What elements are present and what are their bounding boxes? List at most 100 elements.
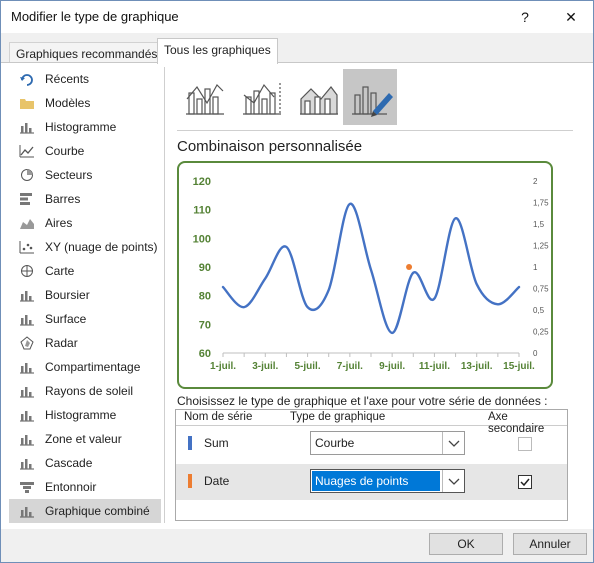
series-name: Date bbox=[204, 474, 230, 488]
y-tick-label: 120 bbox=[193, 176, 211, 188]
clustered-column-line-icon[interactable] bbox=[177, 69, 231, 125]
dialog-title: Modifier le type de graphique bbox=[11, 9, 179, 24]
scatter-point bbox=[406, 264, 413, 270]
combo-chart: 120 110 100 90 80 70 60 2 1,75 1,5 1,25 1 0,75 0,5 0,2… bbox=[193, 176, 549, 372]
y-tick-label: 100 bbox=[193, 233, 211, 245]
sidebar-item-label: Zone et valeur bbox=[45, 432, 122, 446]
sidebar-item-label: Surface bbox=[45, 312, 87, 326]
sidebar-item-waterfall-chart[interactable]: Cascade bbox=[9, 451, 161, 475]
x-tick-label: 7-juil. bbox=[337, 361, 363, 372]
checkmark-icon bbox=[520, 478, 530, 487]
change-chart-type-dialog: Modifier le type de graphique ? ✕ Graphi… bbox=[0, 0, 594, 563]
chevron-down-icon[interactable] bbox=[442, 470, 464, 492]
chart-type-select[interactable]: Courbe bbox=[310, 431, 465, 455]
folder-icon bbox=[20, 99, 34, 109]
sidebar-item-pie-chart[interactable]: Secteurs bbox=[9, 163, 161, 187]
help-button[interactable]: ? bbox=[513, 7, 537, 27]
chart-type-value: Courbe bbox=[315, 436, 355, 450]
x-tick-label: 5-juil. bbox=[295, 361, 321, 372]
sidebar-item-map-chart[interactable]: Carte bbox=[9, 259, 161, 283]
sunburst-chart-icon bbox=[20, 387, 34, 398]
y-tick-label: 80 bbox=[199, 291, 211, 303]
map-chart-icon bbox=[21, 265, 33, 277]
sidebar-item-stock-chart[interactable]: Boursier bbox=[9, 283, 161, 307]
sidebar-item-label: Radar bbox=[45, 336, 78, 350]
stacked-area-column-icon[interactable] bbox=[291, 69, 345, 125]
y-tick-label: 90 bbox=[199, 262, 211, 274]
sidebar-item-funnel-chart[interactable]: Entonnoir bbox=[9, 475, 161, 499]
treemap-chart-icon bbox=[20, 363, 34, 374]
ok-button[interactable]: OK bbox=[429, 533, 503, 555]
sidebar-item-label: Modèles bbox=[45, 96, 91, 110]
cancel-button[interactable]: Annuler bbox=[513, 533, 587, 555]
scatter-chart-icon bbox=[19, 241, 34, 254]
sidebar-item-treemap-chart[interactable]: Compartimentage bbox=[9, 355, 161, 379]
sidebar-item-label: Rayons de soleil bbox=[45, 384, 134, 398]
sidebar-item-label: Cascade bbox=[45, 456, 93, 470]
series-name: Sum bbox=[204, 436, 229, 450]
column-header-series-name: Nom de série bbox=[184, 411, 253, 423]
close-button[interactable]: ✕ bbox=[559, 7, 583, 27]
box-whisker-chart-icon bbox=[20, 435, 34, 446]
dialog-footer: OK Annuler bbox=[1, 529, 593, 562]
custom-combination-icon[interactable] bbox=[343, 69, 397, 125]
chevron-down-icon[interactable] bbox=[442, 432, 464, 454]
chart-category-list: Récents Modèles Histogramme Courbe Secteurs B… bbox=[9, 67, 161, 527]
sidebar-item-combo-chart[interactable]: Graphique combiné bbox=[9, 499, 161, 523]
y2-tick-label: 0 bbox=[533, 349, 538, 358]
tab-bar: Graphiques recommandés Tous les graphiqu… bbox=[1, 33, 593, 64]
y2-tick-label: 1,75 bbox=[533, 199, 549, 208]
sidebar-item-label: Histogramme bbox=[45, 120, 117, 134]
column-chart-icon bbox=[20, 123, 34, 134]
sidebar-item-line-chart[interactable]: Courbe bbox=[9, 139, 161, 163]
sidebar-item-box-whisker-chart[interactable]: Zone et valeur bbox=[9, 427, 161, 451]
sidebar-item-bar-chart[interactable]: Barres bbox=[9, 187, 161, 211]
x-tick-label: 15-juil. bbox=[503, 361, 535, 372]
y-tick-label: 110 bbox=[193, 205, 211, 217]
sidebar-item-label: Aires bbox=[45, 216, 73, 230]
sidebar-divider bbox=[164, 67, 165, 523]
histogram-chart-icon bbox=[20, 411, 34, 422]
series-color-swatch bbox=[188, 436, 192, 450]
tab-content: Récents Modèles Histogramme Courbe Secteurs B… bbox=[1, 62, 593, 529]
combo-title: Combinaison personnalisée bbox=[177, 138, 363, 155]
sidebar-item-label: Barres bbox=[45, 192, 81, 206]
y-tick-label: 70 bbox=[199, 319, 211, 331]
sidebar-item-column-chart[interactable]: Histogramme bbox=[9, 115, 161, 139]
surface-chart-icon bbox=[20, 315, 34, 326]
sidebar-item-label: Boursier bbox=[45, 288, 90, 302]
secondary-axis-checkbox[interactable] bbox=[518, 475, 532, 489]
tab-all-charts[interactable]: Tous les graphiques bbox=[157, 38, 278, 64]
sidebar-item-label: Récents bbox=[45, 72, 90, 86]
sidebar-item-sunburst-chart[interactable]: Rayons de soleil bbox=[9, 379, 161, 403]
secondary-axis-checkbox[interactable] bbox=[518, 437, 532, 451]
series-line bbox=[221, 202, 521, 335]
sidebar-item-histogram-chart[interactable]: Histogramme bbox=[9, 403, 161, 427]
sidebar-item-folder[interactable]: Modèles bbox=[9, 91, 161, 115]
y2-tick-label: 1,5 bbox=[533, 220, 545, 229]
sidebar-item-area-chart[interactable]: Aires bbox=[9, 211, 161, 235]
recent-icon bbox=[20, 74, 33, 86]
tab-recommended-charts[interactable]: Graphiques recommandés bbox=[9, 42, 165, 63]
sidebar-item-label: Carte bbox=[45, 264, 75, 278]
column-header-chart-type: Type de graphique bbox=[290, 411, 386, 423]
y2-tick-label: 0,75 bbox=[533, 285, 549, 294]
series-table-header: Nom de série Type de graphique Axe secon… bbox=[176, 410, 567, 435]
sidebar-item-radar-chart[interactable]: Radar bbox=[9, 331, 161, 355]
chart-preview: 120 110 100 90 80 70 60 2 1,75 1,5 1,25 1 0,75 0,5 0,2… bbox=[177, 161, 553, 389]
y2-tick-label: 2 bbox=[533, 177, 538, 186]
line-chart-icon bbox=[19, 145, 34, 158]
sidebar-item-surface-chart[interactable]: Surface bbox=[9, 307, 161, 331]
sidebar-item-label: Secteurs bbox=[45, 168, 93, 182]
series-row-1: Date Nuages de points bbox=[176, 464, 567, 500]
y2-tick-label: 1,25 bbox=[533, 242, 549, 251]
chart-type-value: Nuages de points bbox=[312, 471, 440, 491]
sidebar-item-recent[interactable]: Récents bbox=[9, 67, 161, 91]
sidebar-item-label: Graphique combiné bbox=[45, 504, 150, 518]
sidebar-item-scatter-chart[interactable]: XY (nuage de points) bbox=[9, 235, 161, 259]
y2-tick-label: 0,25 bbox=[533, 328, 549, 337]
sidebar-item-label: Histogramme bbox=[45, 408, 117, 422]
waterfall-chart-icon bbox=[20, 459, 34, 470]
column-line-secondary-axis-icon[interactable] bbox=[234, 69, 288, 125]
chart-type-select[interactable]: Nuages de points bbox=[310, 469, 465, 493]
